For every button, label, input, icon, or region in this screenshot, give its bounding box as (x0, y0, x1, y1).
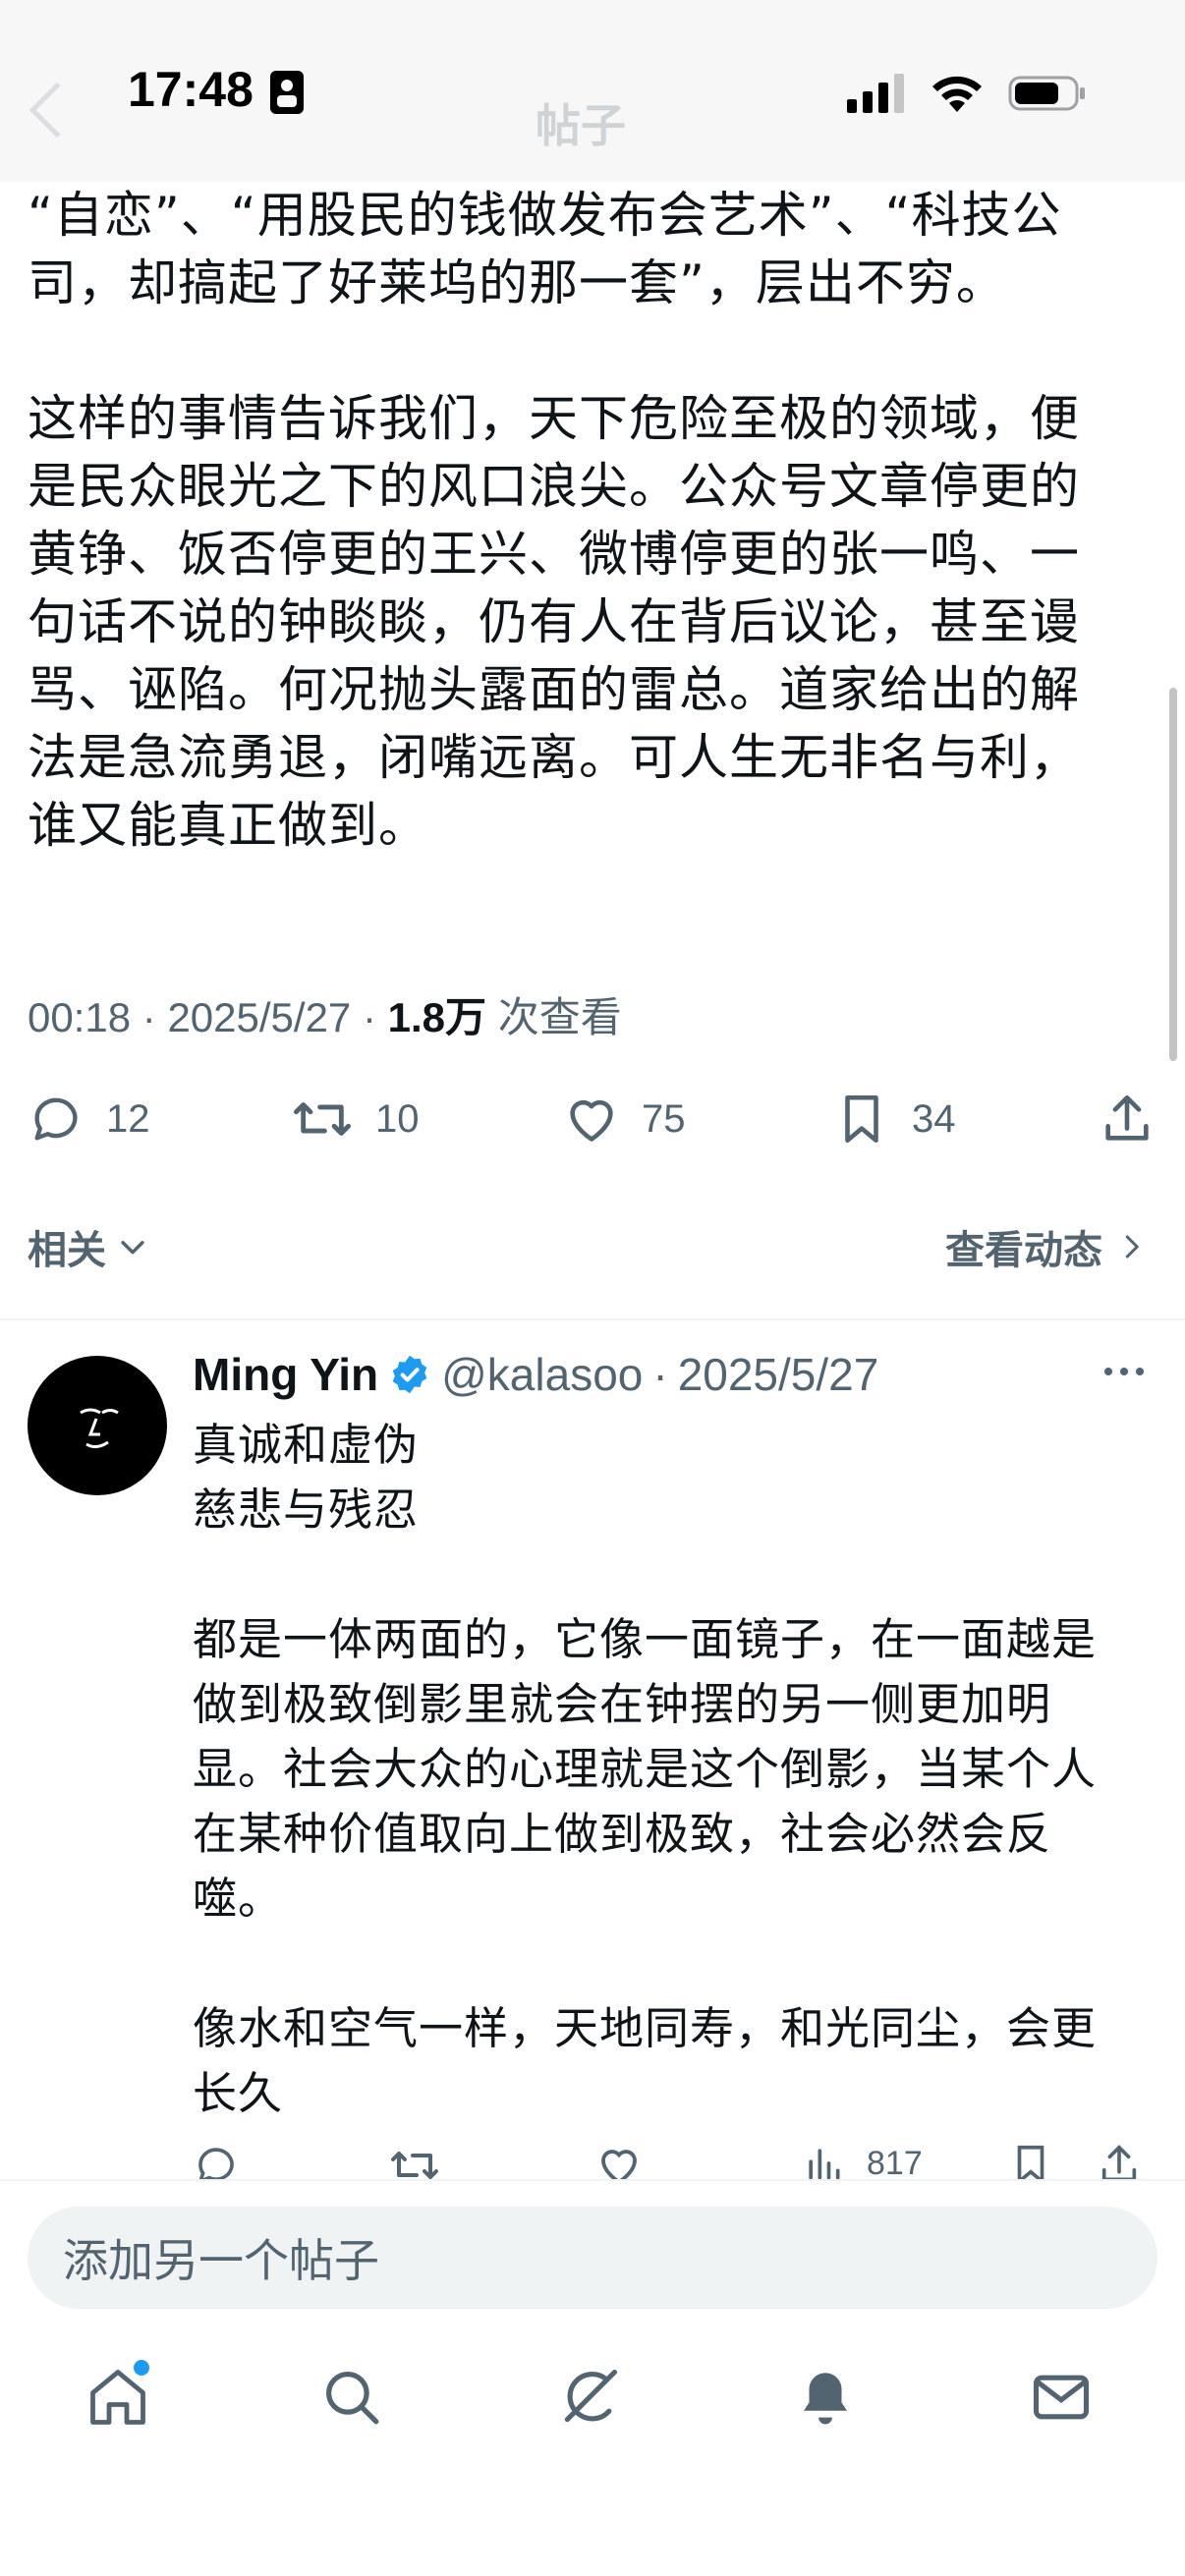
reply-date: 2025/5/27 (677, 1349, 879, 1400)
post-paragraph: 这样的事情告诉我们，天下危险至极的领域，便 是民众眼光之下的风口浪尖。公众号文章… (28, 390, 1080, 854)
reply-view-count: 817 (867, 2144, 923, 2182)
reply-body: 真诚和虚伪 慈悲与残忍 都是一体两面的，它像一面镜子，在一面越是 做到极致倒影里… (193, 1413, 1146, 2126)
reply-like-button[interactable] (595, 2142, 643, 2181)
post-meta: 00:18 · 2025/5/27 · 1.8万 次查看 (28, 994, 622, 1040)
bookmark-button[interactable]: 34 (833, 1091, 956, 1148)
reply-paragraph: 像水和空气一样，天地同寿，和光同尘，会更 长久 (193, 2002, 1098, 2119)
grok-icon (564, 2369, 618, 2423)
back-arrow-icon[interactable] (28, 82, 85, 139)
reply-paragraph: 真诚和虚伪 慈悲与残忍 (193, 1419, 420, 1536)
like-button[interactable]: 75 (563, 1091, 686, 1148)
reply-count: 12 (106, 1096, 150, 1141)
reply-button[interactable]: 12 (28, 1091, 150, 1148)
view-activity-label: 查看动态 (945, 1228, 1102, 1273)
tab-notifications[interactable] (786, 2358, 865, 2436)
repost-icon (293, 1102, 351, 1136)
related-label: 相关 (28, 1228, 106, 1273)
share-icon (1101, 2145, 1137, 2181)
tab-bar (0, 2358, 1185, 2456)
repost-count: 10 (375, 1096, 420, 1141)
share-icon (1105, 1094, 1149, 1141)
view-count: 1.8万 (387, 994, 487, 1040)
reply-handle[interactable]: @kalasoo (441, 1348, 643, 1401)
view-activity-link[interactable]: 查看动态 (945, 1218, 1146, 1275)
like-count: 75 (642, 1096, 686, 1141)
like-icon (570, 1099, 613, 1142)
home-notification-dot (134, 2360, 149, 2376)
avatar[interactable] (28, 1356, 167, 1495)
bookmark-icon (845, 1094, 878, 1144)
reply-bookmark-button[interactable] (1008, 2142, 1053, 2181)
post-body: “自恋”、“用股民的钱做发布会艺术”、“科技公 司，却搞起了好莱坞的那一套”，层… (28, 182, 1157, 860)
analytics-icon (809, 2149, 840, 2180)
repost-button[interactable]: 10 (291, 1091, 420, 1148)
bookmark-count: 34 (912, 1096, 956, 1141)
wifi-icon (932, 76, 982, 112)
post-actions: 12 10 75 34 (28, 1091, 1157, 1159)
reply-header: Ming Yin @kalasoo · 2025/5/27 (193, 1348, 879, 1401)
reply-share-button[interactable] (1097, 2142, 1142, 2181)
avatar-face-icon (80, 1408, 119, 1449)
reply-reply-button[interactable] (193, 2142, 240, 2181)
reply-icon (34, 1097, 78, 1141)
bookmark-icon (1017, 2145, 1044, 2181)
scrollbar[interactable] (1169, 688, 1177, 1061)
sim-card-icon (270, 71, 304, 114)
related-toggle[interactable]: 相关 (28, 1218, 149, 1275)
notifications-icon (804, 2373, 847, 2425)
tab-grok[interactable] (550, 2358, 629, 2436)
share-button[interactable] (1099, 1091, 1156, 1148)
battery-icon (1008, 76, 1085, 111)
status-bar: 17:48 帖子 (0, 0, 1185, 182)
like-icon (601, 2150, 637, 2181)
composer-placeholder: 添加另一个帖子 (63, 2234, 379, 2287)
search-icon (326, 2372, 379, 2425)
divider (0, 1318, 1185, 1320)
reply-actions: 817 (193, 2132, 1156, 2181)
reply-paragraph: 都是一体两面的，它像一面镜子，在一面越是 做到极致倒影里就会在钟摆的另一侧更加明… (193, 1613, 1098, 1925)
messages-icon (1033, 2375, 1090, 2420)
cellular-signal-icon (847, 74, 904, 113)
reply-composer-input[interactable]: 添加另一个帖子 (28, 2207, 1157, 2309)
faded-nav-title: 帖子 (536, 100, 626, 151)
reply-views-button[interactable]: 817 (802, 2142, 923, 2181)
more-icon (1104, 1368, 1144, 1375)
chevron-down-icon (121, 1241, 144, 1255)
reply-author-name[interactable]: Ming Yin (193, 1348, 378, 1401)
view-label: 次查看 (497, 994, 622, 1040)
status-time: 17:48 (128, 62, 254, 117)
reply-icon (198, 2148, 234, 2181)
more-options-button[interactable] (1102, 1364, 1146, 1383)
repost-icon (391, 2152, 438, 2179)
tab-messages[interactable] (1022, 2358, 1100, 2436)
post-paragraph: “自恋”、“用股民的钱做发布会艺术”、“科技公 司，却搞起了好莱坞的那一套”，层… (28, 187, 1062, 311)
post-date: 2025/5/27 (167, 994, 352, 1040)
chevron-right-icon (1125, 1235, 1139, 1259)
verified-badge-icon (392, 1355, 427, 1394)
reply-repost-button[interactable] (389, 2142, 440, 2181)
post-time: 00:18 (28, 994, 132, 1040)
tab-search[interactable] (312, 2358, 391, 2436)
status-indicators (847, 73, 1087, 114)
